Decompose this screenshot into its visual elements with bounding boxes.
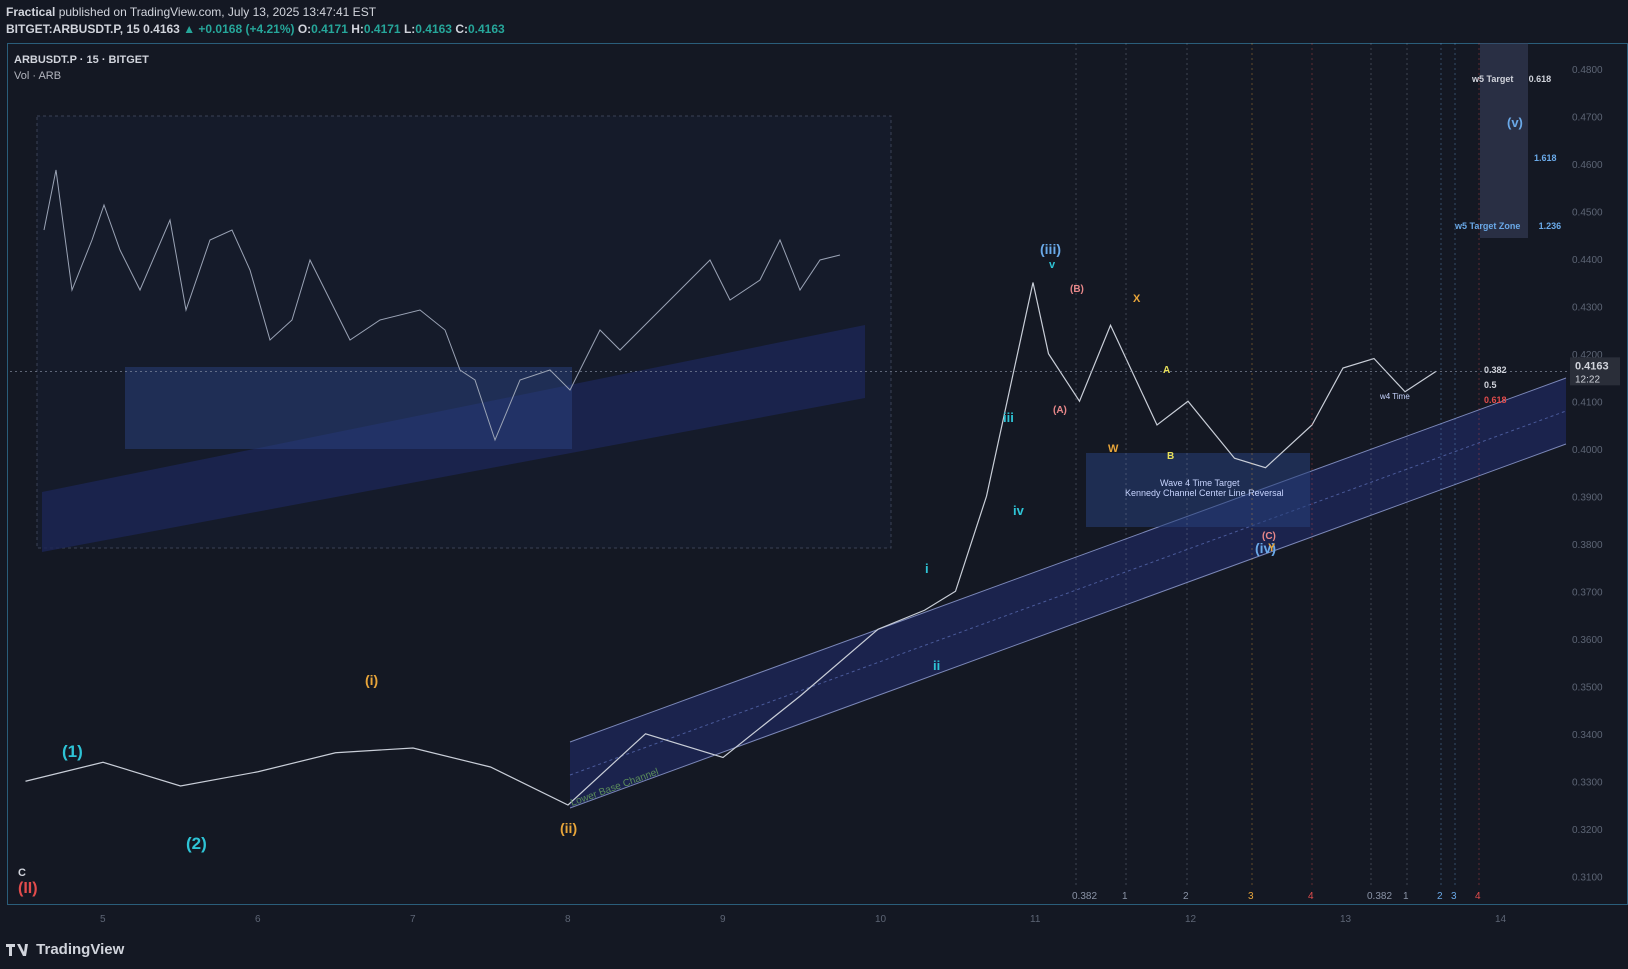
fib-level-w5-zone-label: w5 Target Zone (1454, 221, 1520, 231)
y-tick-label: 0.4700 (1572, 112, 1603, 123)
wave-label: iii (1003, 410, 1014, 425)
y-tick-label: 0.3900 (1572, 492, 1603, 503)
y-tick-label: 0.4500 (1572, 207, 1603, 218)
fib-level-w5-target-label: w5 Target (1471, 74, 1513, 84)
channel-reversal-label: Kennedy Channel Center Line Reversal (1125, 488, 1284, 498)
fib-level-w5-zone-ratio: 1.236 (1539, 221, 1562, 231)
wave-label: iv (1013, 503, 1025, 518)
fib-level-05-ratio: 0.5 (1484, 380, 1497, 390)
y-tick-label: 0.3200 (1572, 825, 1603, 836)
wave-label: B (1167, 451, 1174, 462)
y-tick-label: 0.4600 (1572, 160, 1603, 171)
time-marker-label: 2 (1437, 891, 1443, 902)
x-tick-label: 5 (100, 914, 106, 925)
time-marker-label: 0.382 (1072, 891, 1097, 902)
y-tick-label: 0.3500 (1572, 682, 1603, 693)
brand-name: TradingView (36, 941, 125, 958)
x-tick-label: 11 (1030, 914, 1041, 925)
x-tick-label: 6 (255, 914, 261, 925)
wave-label: (1) (62, 742, 83, 761)
price-chart[interactable]: 0.48000.47000.46000.45000.44000.43000.42… (0, 0, 1628, 969)
wave-label: (i) (365, 672, 378, 688)
x-tick-label: 9 (720, 914, 726, 925)
tradingview-logo-icon (6, 944, 28, 957)
wave-label: ii (933, 658, 940, 673)
wave-label: (v) (1507, 115, 1523, 130)
x-tick-label: 12 (1185, 914, 1197, 925)
time-marker-label: 4 (1475, 891, 1481, 902)
wave-label: X (1133, 293, 1141, 305)
x-tick-label: 14 (1495, 914, 1507, 925)
wave-label: W (1108, 443, 1119, 455)
y-tick-label: 0.4100 (1572, 397, 1603, 408)
current-price-label: 0.4163 (1575, 360, 1609, 372)
wave-label: (II) (18, 880, 38, 897)
time-marker-label: 0.382 (1367, 891, 1392, 902)
x-tick-label: 7 (410, 914, 416, 925)
tradingview-brand[interactable]: TradingView (6, 941, 124, 958)
fib-level-0382-ratio: 0.382 (1484, 365, 1507, 375)
y-tick-label: 0.3800 (1572, 540, 1603, 551)
fib-level-0618-ratio: 0.618 (1484, 395, 1507, 405)
wave-label: (iii) (1040, 241, 1061, 257)
fib-level-w5-target-ratio: 0.618 (1529, 74, 1552, 84)
w5-target-zone (1480, 43, 1528, 238)
wave-label: v (1049, 259, 1056, 271)
chart-legend: ARBUSDT.P · 15 · BITGET Vol · ARB (14, 52, 149, 84)
x-tick-label: 13 (1340, 914, 1352, 925)
legend-volume[interactable]: Vol · ARB (14, 68, 149, 84)
fib-level-1618-ratio: 1.618 (1534, 153, 1557, 163)
y-tick-label: 0.3300 (1572, 777, 1603, 788)
y-tick-label: 0.4800 (1572, 65, 1603, 76)
time-marker-label: 1 (1403, 891, 1409, 902)
time-marker-label: 2 (1183, 891, 1189, 902)
countdown-label: 12:22 (1575, 374, 1600, 385)
wave-label: i (925, 561, 929, 576)
wave-label: (B) (1070, 284, 1084, 295)
wave-label: Y (1268, 542, 1276, 554)
wave-label: (2) (186, 834, 207, 853)
y-tick-label: 0.3700 (1572, 587, 1603, 598)
w4-time-label: w4 Time (1379, 392, 1410, 401)
y-tick-label: 0.3400 (1572, 730, 1603, 741)
wave-label: (C) (1262, 531, 1276, 542)
wave-label: C (18, 867, 26, 879)
x-tick-label: 8 (565, 914, 571, 925)
y-tick-label: 0.4300 (1572, 302, 1603, 313)
time-marker-label: 4 (1308, 891, 1314, 902)
time-marker-label: 3 (1248, 891, 1254, 902)
wave-label: (A) (1053, 405, 1067, 416)
y-tick-label: 0.3100 (1572, 872, 1603, 883)
y-tick-label: 0.3600 (1572, 635, 1603, 646)
time-marker-label: 1 (1122, 891, 1128, 902)
inset-chart (36, 115, 892, 552)
wave-label: A (1163, 365, 1170, 376)
legend-title[interactable]: ARBUSDT.P · 15 · BITGET (14, 54, 149, 66)
y-tick-label: 0.4400 (1572, 255, 1603, 266)
x-tick-label: 10 (875, 914, 887, 925)
wave4-time-target-label: Wave 4 Time Target (1160, 478, 1240, 488)
y-tick-label: 0.4000 (1572, 445, 1603, 456)
time-marker-label: 3 (1451, 891, 1457, 902)
wave-label: (ii) (560, 820, 577, 836)
